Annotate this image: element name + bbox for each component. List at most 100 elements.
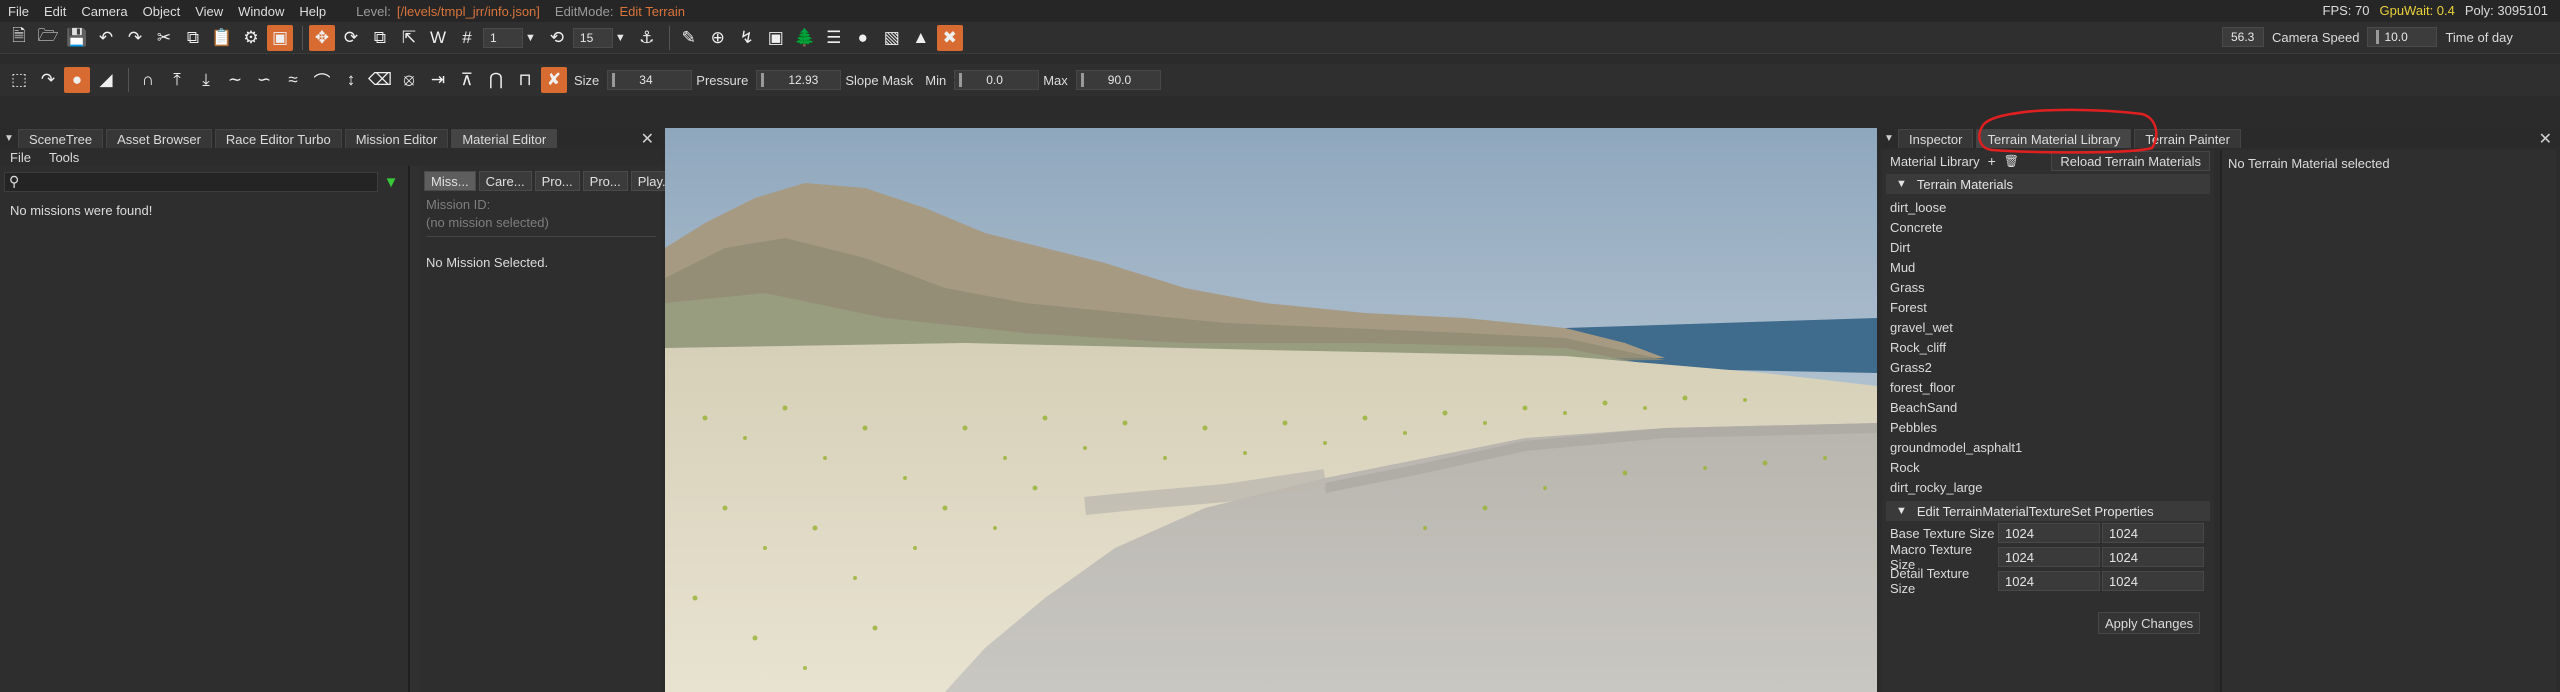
terrain-snap-icon[interactable]: ⚓ — [634, 25, 660, 51]
vehicle-icon[interactable]: ▣ — [267, 24, 293, 51]
tab-race-editor-turbo[interactable]: Race Editor Turbo — [214, 129, 342, 148]
material-item[interactable]: Rock_cliff — [1882, 337, 2214, 357]
panel-menu-icon[interactable]: ▼ — [0, 128, 18, 148]
grid-snap-icon[interactable]: # — [454, 25, 480, 51]
size-slider[interactable]: 34 — [607, 70, 693, 90]
pencil-icon[interactable]: ✎ — [676, 25, 702, 51]
brush-settings-icon[interactable]: ✘ — [541, 67, 567, 93]
clear-empty-icon[interactable]: ⦻ — [396, 67, 422, 93]
min-slope-slider[interactable]: 0.0 — [954, 70, 1040, 90]
material-item[interactable]: forest_floor — [1882, 377, 2214, 397]
texture-props-header[interactable]: ▼ Edit TerrainMaterialTextureSet Propert… — [1886, 501, 2210, 521]
material-item[interactable]: dirt_rocky_large — [1882, 477, 2214, 497]
menu-tools[interactable]: Tools — [49, 150, 79, 165]
mission-search-input[interactable]: ⚲ — [4, 172, 378, 192]
reload-terrain-materials-button[interactable]: Reload Terrain Materials — [2051, 151, 2210, 171]
menu-camera[interactable]: Camera — [81, 4, 127, 19]
base-texture-height-input[interactable]: 1024 — [2102, 523, 2204, 543]
material-item[interactable]: gravel_wet — [1882, 317, 2214, 337]
tab-progress[interactable]: Pro... — [534, 171, 580, 191]
filter-icon[interactable]: ▼ — [378, 174, 404, 191]
tab-material-editor[interactable]: Material Editor — [451, 129, 558, 148]
rotate-gizmo-icon[interactable]: ⟳ — [338, 25, 364, 51]
camera-speed-field[interactable]: 10.0 — [2367, 27, 2438, 47]
lower-terrain-icon[interactable]: ⤓ — [193, 67, 219, 93]
undo-icon[interactable]: ↶ — [93, 25, 119, 51]
paste-icon[interactable]: 📋 — [209, 25, 235, 51]
close-icon[interactable]: ✕ — [2539, 129, 2552, 149]
material-item[interactable]: Grass — [1882, 277, 2214, 297]
smooth-terrain-icon[interactable]: ∼ — [222, 67, 248, 93]
material-item[interactable]: Mud — [1882, 257, 2214, 277]
delete-material-icon[interactable]: 🗑 — [2004, 154, 2019, 168]
max-slope-slider[interactable]: 90.0 — [1075, 70, 1161, 90]
tab-inspector[interactable]: Inspector — [1898, 129, 1974, 148]
cut-icon[interactable]: ✂ — [151, 25, 177, 51]
set-height-icon[interactable]: ⌒ — [309, 67, 335, 93]
redo-icon[interactable]: ↷ — [122, 25, 148, 51]
tab-terrain-painter[interactable]: Terrain Painter — [2134, 129, 2241, 148]
move-gizmo-icon[interactable]: ✥ — [309, 24, 335, 51]
detail-texture-height-input[interactable]: 1024 — [2102, 571, 2204, 591]
axis-gizmo-icon[interactable]: ⇱ — [396, 25, 422, 51]
new-file-icon[interactable]: 🗎 — [6, 25, 32, 51]
open-folder-icon[interactable]: 🗁 — [35, 25, 61, 51]
circle-brush-icon[interactable]: ● — [64, 67, 90, 93]
material-item[interactable]: BeachSand — [1882, 397, 2214, 417]
tab-scenetree[interactable]: SceneTree — [18, 129, 104, 148]
pressure-slider[interactable]: 12.93 — [756, 70, 842, 90]
macro-texture-width-input[interactable]: 1024 — [1998, 547, 2100, 567]
3d-viewport[interactable] — [665, 128, 1877, 692]
rotation-snap-field[interactable]: 15 — [572, 27, 613, 48]
tab-career[interactable]: Care... — [478, 171, 532, 191]
tab-properties[interactable]: Pro... — [582, 171, 628, 191]
save-icon[interactable]: 💾 — [64, 25, 90, 51]
material-item[interactable]: Grass2 — [1882, 357, 2214, 377]
flatten-terrain-icon[interactable]: ∽ — [251, 67, 277, 93]
raise-terrain-icon[interactable]: ⤒ — [164, 67, 190, 93]
image-icon[interactable]: ▣ — [763, 25, 789, 51]
fov-field[interactable]: 56.3 — [2222, 27, 2264, 47]
material-item[interactable]: Dirt — [1882, 237, 2214, 257]
tab-mission-editor[interactable]: Mission Editor — [344, 129, 449, 148]
detail-texture-width-input[interactable]: 1024 — [1998, 571, 2100, 591]
tab-mission[interactable]: Miss... — [424, 171, 476, 191]
forest-icon[interactable]: 🌲 — [792, 25, 818, 51]
scale-gizmo-icon[interactable]: ⧉ — [367, 25, 393, 51]
macro-texture-height-input[interactable]: 1024 — [2102, 547, 2204, 567]
terrain-edit-icon[interactable]: ✖ — [936, 24, 963, 51]
raise-height-icon[interactable]: ∩ — [135, 67, 161, 93]
rotation-dropdown-icon[interactable]: ▼ — [615, 32, 626, 44]
material-item[interactable]: Forest — [1882, 297, 2214, 317]
base-texture-width-input[interactable]: 1024 — [1998, 523, 2100, 543]
decal-road-icon[interactable]: ↯ — [734, 25, 760, 51]
apply-changes-button[interactable]: Apply Changes — [2098, 612, 2201, 634]
menu-window[interactable]: Window — [238, 4, 284, 19]
menu-help[interactable]: Help — [299, 4, 326, 19]
paint-empty-icon[interactable]: ⇥ — [425, 67, 451, 93]
adjust-height-icon[interactable]: ↕ — [338, 67, 364, 93]
material-item[interactable]: Pebbles — [1882, 417, 2214, 437]
rotation-snap-icon[interactable]: ⟲ — [544, 25, 570, 51]
menu-file[interactable]: File — [10, 150, 31, 165]
tab-terrain-material-library[interactable]: Terrain Material Library — [1976, 129, 2132, 148]
tab-asset-browser[interactable]: Asset Browser — [106, 129, 212, 148]
close-icon[interactable]: ✕ — [641, 129, 654, 149]
road-icon[interactable]: ▲ — [908, 25, 934, 51]
material-item[interactable]: dirt_loose — [1882, 197, 2214, 217]
menu-object[interactable]: Object — [143, 4, 181, 19]
panel-menu-icon[interactable]: ▼ — [1880, 128, 1898, 148]
material-item[interactable]: groundmodel_asphalt1 — [1882, 437, 2214, 457]
arch-icon[interactable]: ⋂ — [483, 67, 509, 93]
add-circle-icon[interactable]: ⊕ — [705, 25, 731, 51]
terrain-materials-header[interactable]: ▼ Terrain Materials — [1886, 174, 2210, 194]
select-brush-icon[interactable]: ⬚ — [6, 67, 32, 93]
eraser-icon[interactable]: ⌫ — [367, 67, 393, 93]
world-local-icon[interactable]: W — [425, 25, 451, 51]
menu-file[interactable]: File — [8, 4, 29, 19]
noise-terrain-icon[interactable]: ≈ — [280, 67, 306, 93]
bridge-icon[interactable]: ⊼ — [454, 67, 480, 93]
barrier-icon[interactable]: ▧ — [879, 25, 905, 51]
shape-icon[interactable]: ● — [850, 25, 876, 51]
menu-view[interactable]: View — [195, 4, 223, 19]
